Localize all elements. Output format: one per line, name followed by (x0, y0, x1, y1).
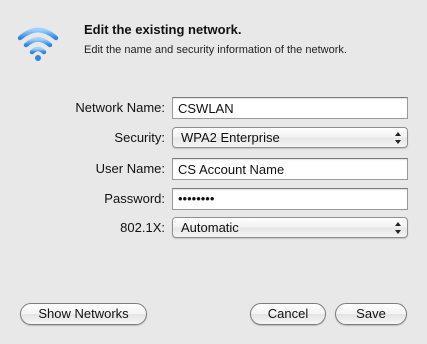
security-row: Security: WPA2 Enterprise (0, 127, 427, 149)
wifi-icon (17, 27, 59, 61)
user-name-label: User Name: (95, 161, 165, 176)
dot1x-label: 802.1X: (120, 220, 165, 235)
up-down-arrows-icon (395, 222, 401, 234)
password-field[interactable]: •••••••• (172, 188, 408, 210)
show-networks-button[interactable]: Show Networks (20, 303, 147, 325)
dialog-title: Edit the existing network. (84, 22, 242, 37)
save-button[interactable]: Save (335, 303, 407, 325)
dialog-subtitle: Edit the name and security information o… (84, 44, 347, 56)
network-name-label: Network Name: (75, 100, 165, 115)
dot1x-row: 802.1X: Automatic (0, 217, 427, 239)
cancel-button[interactable]: Cancel (250, 303, 326, 325)
user-name-row: User Name: (0, 158, 427, 180)
password-row: Password: •••••••• (0, 188, 427, 210)
network-name-row: Network Name: (0, 97, 427, 119)
password-label: Password: (104, 191, 165, 206)
user-name-field[interactable] (172, 158, 408, 180)
security-selected-value: WPA2 Enterprise (181, 130, 280, 145)
security-popup[interactable]: WPA2 Enterprise (172, 127, 408, 148)
network-name-field[interactable] (172, 97, 408, 119)
dot1x-selected-value: Automatic (181, 220, 239, 235)
security-label: Security: (114, 130, 165, 145)
up-down-arrows-icon (395, 132, 401, 144)
dot1x-popup[interactable]: Automatic (172, 217, 408, 238)
